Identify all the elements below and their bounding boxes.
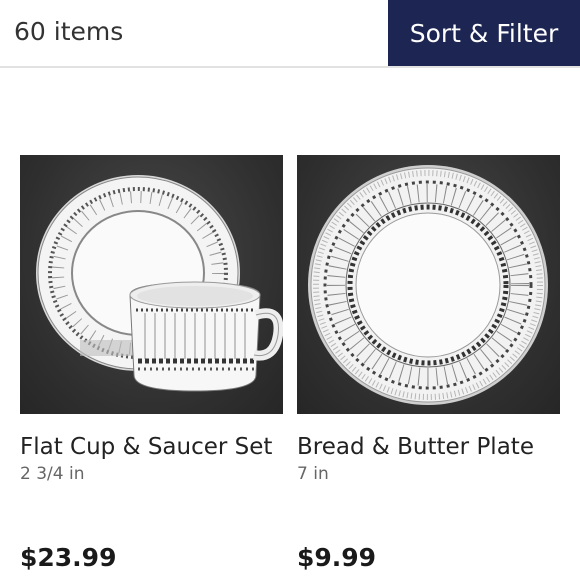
product-price: $23.99: [20, 543, 117, 572]
product-name[interactable]: Flat Cup & Saucer Set: [20, 434, 284, 460]
product-size: 2 3/4 in: [20, 464, 85, 484]
product-name[interactable]: Bread & Butter Plate: [297, 434, 561, 460]
product-image-cup-saucer[interactable]: [20, 155, 283, 414]
product-size: 7 in: [297, 464, 329, 484]
product-image-plate[interactable]: [297, 155, 560, 414]
item-count: 60 items: [14, 17, 124, 46]
results-toolbar: 60 items Sort & Filter: [0, 0, 580, 68]
product-card-cup-saucer[interactable]: Flat Cup & Saucer Set 2 3/4 in $23.99: [20, 155, 284, 572]
product-price: $9.99: [297, 543, 377, 572]
sort-filter-button[interactable]: Sort & Filter: [388, 0, 580, 66]
plate-icon: [308, 165, 548, 405]
cup-and-saucer-icon: [36, 175, 283, 392]
product-card-plate[interactable]: Bread & Butter Plate 7 in $9.99: [297, 155, 561, 572]
